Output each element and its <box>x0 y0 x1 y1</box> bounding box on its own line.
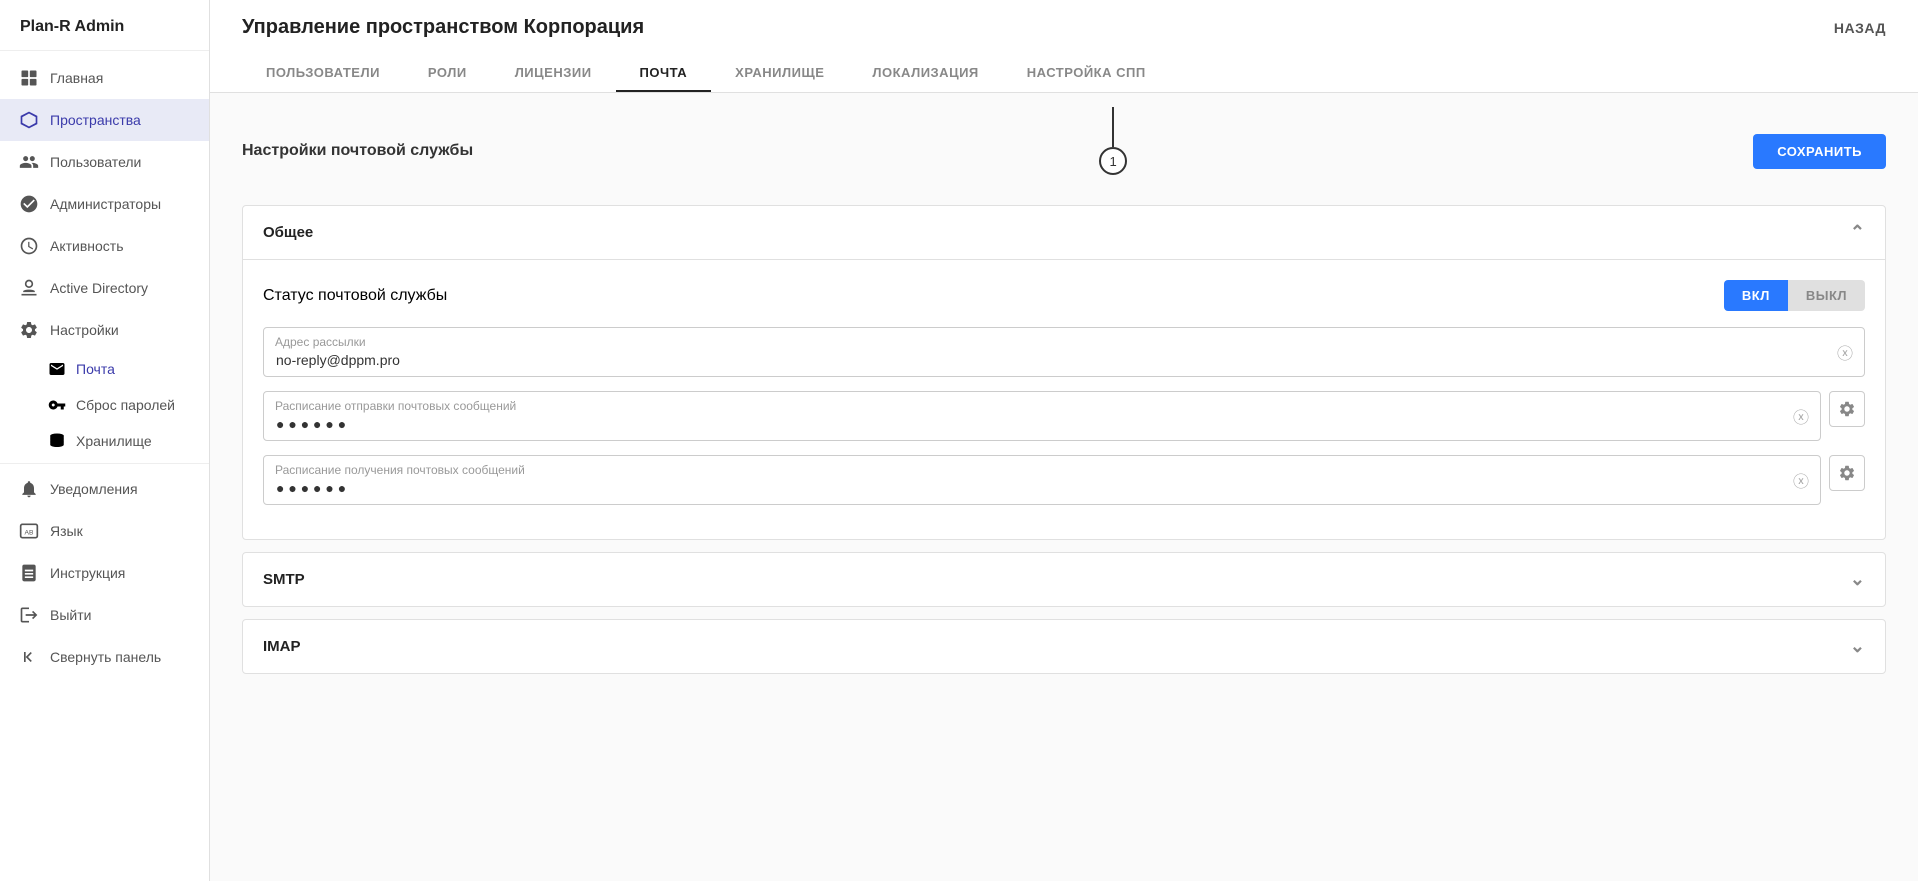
grid-icon <box>18 67 40 89</box>
accordion-imap-title: IMAP <box>263 638 301 655</box>
database-icon <box>48 432 66 450</box>
accordion-general-header[interactable]: Общее ⌃ <box>243 206 1885 260</box>
sidebar-item-active-directory[interactable]: Active Directory <box>0 267 209 309</box>
sidebar-item-label: Язык <box>50 523 83 539</box>
accordion-smtp: SMTP ⌄ <box>242 552 1886 607</box>
receive-schedule-wrapper: Расписание получения почтовых сообщений … <box>263 455 1865 505</box>
address-clear-icon[interactable]: ⓧ <box>1837 340 1853 364</box>
accordion-general-title: Общее <box>263 224 313 241</box>
save-button[interactable]: СОХРАНИТЬ <box>1753 134 1886 169</box>
sidebar-item-label: Настройки <box>50 322 119 338</box>
send-schedule-clear-icon[interactable]: ⓧ <box>1793 404 1809 428</box>
header: Управление пространством Корпорация НАЗА… <box>210 0 1918 93</box>
mail-status-label: Статус почтовой службы <box>263 287 447 305</box>
address-field: Адрес рассылки ⓧ <box>263 327 1865 377</box>
send-schedule-input[interactable] <box>263 391 1821 441</box>
receive-schedule-clear-icon[interactable]: ⓧ <box>1793 468 1809 492</box>
sidebar-item-collapse[interactable]: Свернуть панель <box>0 636 209 678</box>
chevron-down-icon: ⌄ <box>1850 569 1865 590</box>
receive-schedule-gear-button[interactable] <box>1829 455 1865 491</box>
send-schedule-field: Расписание отправки почтовых сообщений ⓧ <box>263 391 1821 441</box>
accordion-imap: IMAP ⌄ <box>242 619 1886 674</box>
send-schedule-gear-button[interactable] <box>1829 391 1865 427</box>
sidebar-item-main[interactable]: Главная <box>0 57 209 99</box>
tab-licenses[interactable]: ЛИЦЕНЗИИ <box>491 55 616 92</box>
header-top: Управление пространством Корпорация НАЗА… <box>242 16 1886 39</box>
main-content: Управление пространством Корпорация НАЗА… <box>210 0 1918 881</box>
receive-schedule-field: Расписание получения почтовых сообщений … <box>263 455 1821 505</box>
sidebar-item-notifications[interactable]: Уведомления <box>0 468 209 510</box>
sidebar-item-label: Выйти <box>50 607 91 623</box>
sidebar-item-language[interactable]: АВ Язык <box>0 510 209 552</box>
send-schedule-wrapper: Расписание отправки почтовых сообщений ⓧ <box>263 391 1865 441</box>
sidebar-item-label: Главная <box>50 70 103 86</box>
page-title: Управление пространством Корпорация <box>242 16 644 39</box>
sidebar-sub-item-label: Почта <box>76 361 115 377</box>
sidebar-item-settings[interactable]: Настройки <box>0 309 209 351</box>
sidebar: Plan-R Admin Главная Пространства Пользо… <box>0 0 210 881</box>
tab-mail[interactable]: ПОЧТА <box>616 55 712 92</box>
indicator-circle: 1 <box>1099 147 1127 175</box>
tab-localization[interactable]: ЛОКАЛИЗАЦИЯ <box>848 55 1002 92</box>
content-area: Настройки почтовой службы 1 СОХРАНИТЬ Об… <box>210 93 1918 881</box>
chevron-up-icon: ⌃ <box>1850 222 1865 243</box>
sidebar-item-label: Инструкция <box>50 565 125 581</box>
back-button[interactable]: НАЗАД <box>1834 20 1886 36</box>
sidebar-item-users[interactable]: Пользователи <box>0 141 209 183</box>
section-title: Настройки почтовой службы <box>242 142 473 160</box>
sidebar-sub-item-storage[interactable]: Хранилище <box>0 423 209 459</box>
sidebar-item-logout[interactable]: Выйти <box>0 594 209 636</box>
sidebar-divider <box>0 463 209 464</box>
accordion-general-body: Статус почтовой службы ВКЛ ВЫКЛ Адрес ра… <box>243 260 1885 539</box>
sidebar-sub-item-label: Сброс паролей <box>76 397 175 413</box>
sidebar-item-activity[interactable]: Активность <box>0 225 209 267</box>
toggle-on-button[interactable]: ВКЛ <box>1724 280 1788 311</box>
section-header: Настройки почтовой службы 1 СОХРАНИТЬ <box>242 117 1886 185</box>
sidebar-item-label: Активность <box>50 238 124 254</box>
sidebar-item-manual[interactable]: Инструкция <box>0 552 209 594</box>
ad-icon <box>18 277 40 299</box>
collapse-icon <box>18 646 40 668</box>
gear-icon <box>18 319 40 341</box>
cube-icon <box>18 109 40 131</box>
logout-icon <box>18 604 40 626</box>
sidebar-item-label: Пользователи <box>50 154 141 170</box>
mail-status-row: Статус почтовой службы ВКЛ ВЫКЛ <box>263 280 1865 311</box>
sidebar-item-admins[interactable]: Администраторы <box>0 183 209 225</box>
mail-icon <box>48 360 66 378</box>
receive-schedule-input[interactable] <box>263 455 1821 505</box>
sidebar-sub-item-label: Хранилище <box>76 433 152 449</box>
address-input[interactable] <box>263 327 1865 377</box>
bell-icon <box>18 478 40 500</box>
accordion-general: Общее ⌃ Статус почтовой службы ВКЛ ВЫКЛ … <box>242 205 1886 540</box>
sidebar-item-spaces[interactable]: Пространства <box>0 99 209 141</box>
sidebar-sub-item-password-reset[interactable]: Сброс паролей <box>0 387 209 423</box>
sidebar-item-label: Свернуть панель <box>50 649 161 665</box>
sidebar-item-label: Active Directory <box>50 280 148 296</box>
sidebar-logo: Plan-R Admin <box>0 0 209 51</box>
toggle-group: ВКЛ ВЫКЛ <box>1724 280 1865 311</box>
svg-text:АВ: АВ <box>25 529 34 536</box>
accordion-imap-header[interactable]: IMAP ⌄ <box>243 620 1885 673</box>
sidebar-sub-item-mail[interactable]: Почта <box>0 351 209 387</box>
toggle-off-button[interactable]: ВЫКЛ <box>1788 280 1865 311</box>
users-icon <box>18 151 40 173</box>
tab-users[interactable]: ПОЛЬЗОВАТЕЛИ <box>242 55 404 92</box>
sidebar-nav: Главная Пространства Пользователи Админи… <box>0 51 209 881</box>
chevron-down-icon-2: ⌄ <box>1850 636 1865 657</box>
accordion-smtp-header[interactable]: SMTP ⌄ <box>243 553 1885 606</box>
sidebar-item-label: Администраторы <box>50 196 161 212</box>
tabs: ПОЛЬЗОВАТЕЛИ РОЛИ ЛИЦЕНЗИИ ПОЧТА ХРАНИЛИ… <box>242 55 1886 92</box>
tab-spp-settings[interactable]: НАСТРОЙКА СПП <box>1003 55 1170 92</box>
tab-storage[interactable]: ХРАНИЛИЩЕ <box>711 55 848 92</box>
clock-icon <box>18 235 40 257</box>
accordion-smtp-title: SMTP <box>263 571 305 588</box>
admin-icon <box>18 193 40 215</box>
sidebar-item-label: Уведомления <box>50 481 138 497</box>
lang-icon: АВ <box>18 520 40 542</box>
tab-roles[interactable]: РОЛИ <box>404 55 491 92</box>
key-icon <box>48 396 66 414</box>
sidebar-item-label: Пространства <box>50 112 141 128</box>
book-icon <box>18 562 40 584</box>
